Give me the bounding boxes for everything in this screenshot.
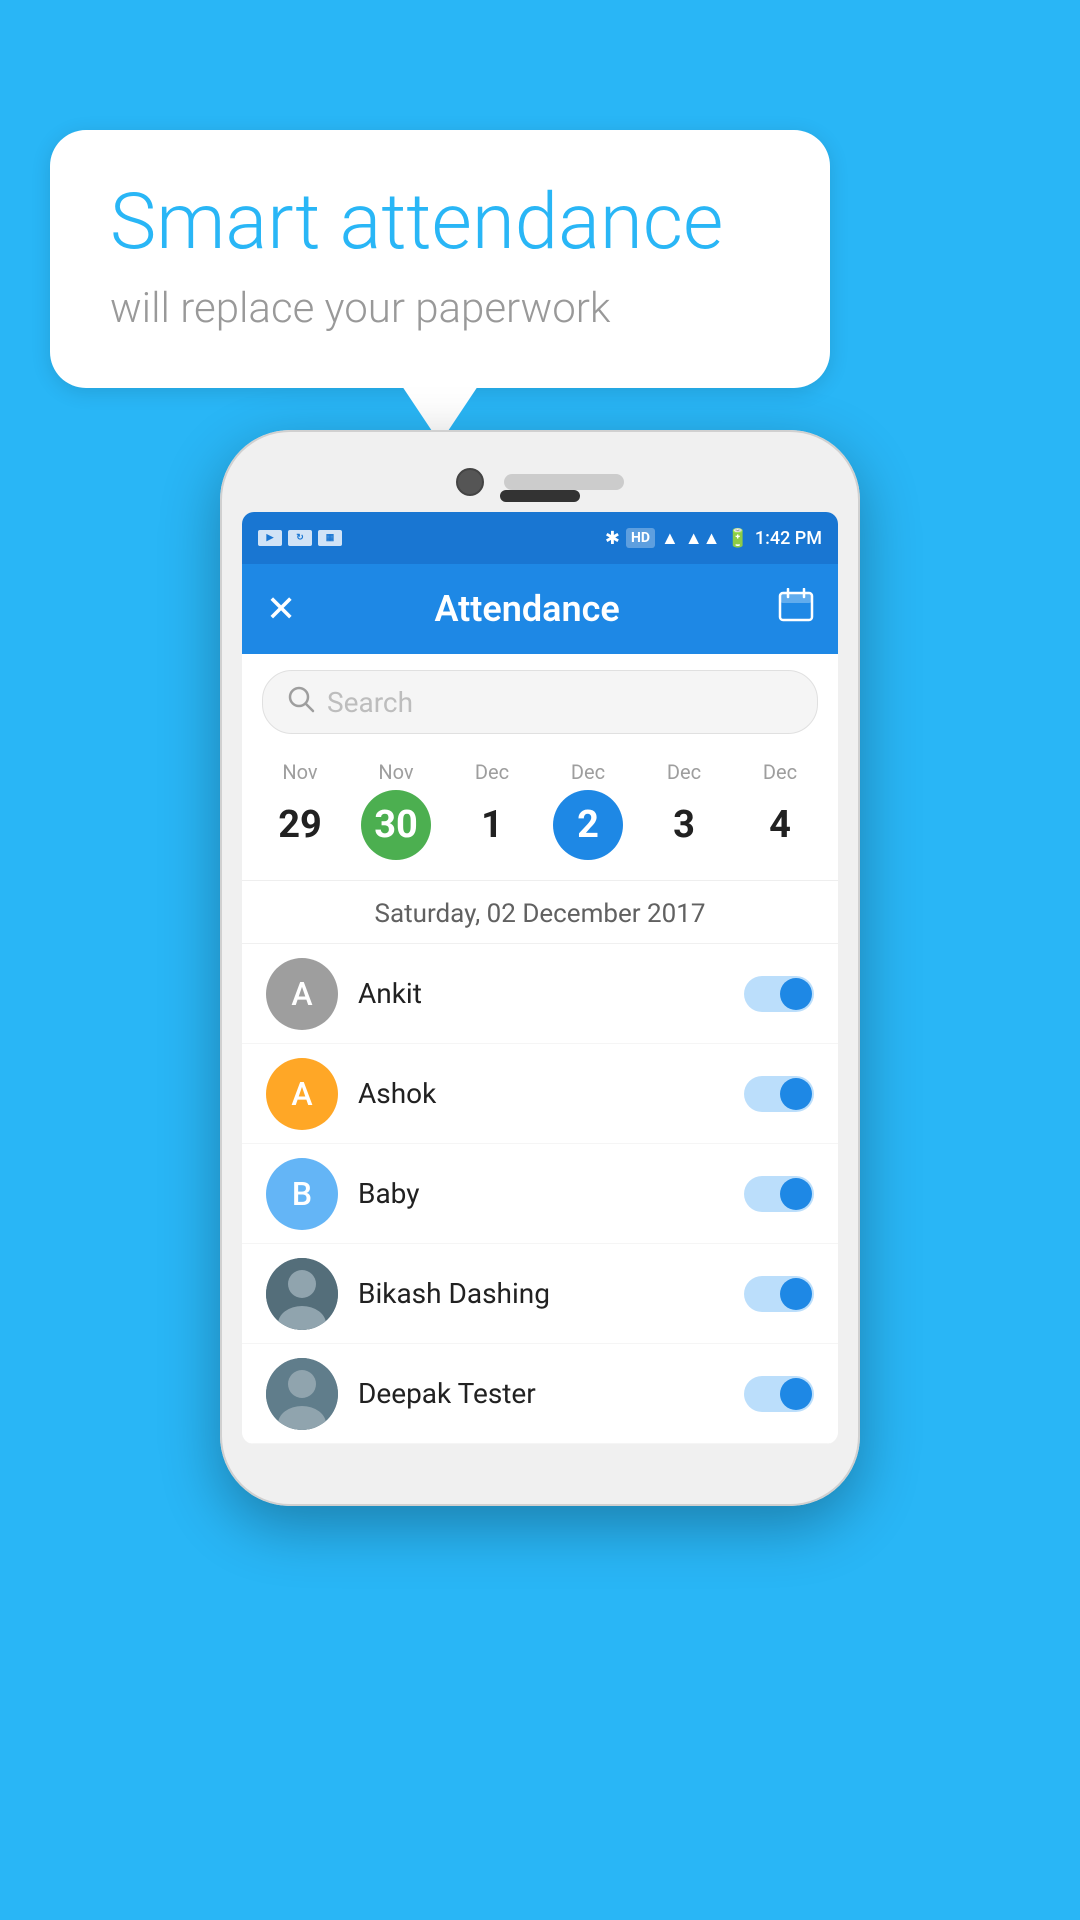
search-bar[interactable]: Search: [262, 670, 818, 734]
list-item: A Ashok: [242, 1044, 838, 1144]
avatar-baby: B: [266, 1158, 338, 1230]
list-item: B Baby: [242, 1144, 838, 1244]
phone-top-bar: [242, 452, 838, 512]
close-button[interactable]: ✕: [266, 588, 296, 630]
cal-num-3: 3: [649, 790, 719, 860]
list-item: Bikash Dashing: [242, 1244, 838, 1344]
search-placeholder: Search: [327, 686, 413, 719]
status-right-area: ✱ HD ▲ ▲▲ 🔋 1:42 PM: [605, 528, 822, 549]
cal-num-30: 30: [361, 790, 431, 860]
calendar-days-row: Nov 29 Nov 30 Dec 1 Dec 2: [242, 760, 838, 860]
avatar-bikash: [266, 1258, 338, 1330]
cal-day-nov29[interactable]: Nov 29: [255, 760, 345, 860]
attendance-list: A Ankit A Ashok B Baby: [242, 944, 838, 1444]
status-icon-1: ▶: [258, 530, 282, 546]
calendar-icon[interactable]: [778, 588, 814, 630]
avatar-deepak: [266, 1358, 338, 1430]
person-name-ankit: Ankit: [358, 977, 724, 1010]
cal-day-dec3[interactable]: Dec 3: [639, 760, 729, 860]
cal-day-nov30[interactable]: Nov 30: [351, 760, 441, 860]
bluetooth-icon: ✱: [605, 528, 620, 549]
cal-month-label: Dec: [667, 760, 701, 784]
cal-day-dec4[interactable]: Dec 4: [735, 760, 825, 860]
toggle-bikash[interactable]: [744, 1276, 814, 1312]
toggle-baby[interactable]: [744, 1176, 814, 1212]
cal-month-label: Dec: [571, 760, 605, 784]
camera-dot: [456, 468, 484, 496]
person-name-baby: Baby: [358, 1177, 724, 1210]
status-icon-2: ↻: [288, 530, 312, 546]
status-icon-3: ▦: [318, 530, 342, 546]
selected-date-label: Saturday, 02 December 2017: [242, 881, 838, 944]
status-time: 1:42 PM: [755, 528, 822, 549]
cal-num-4: 4: [745, 790, 815, 860]
phone-mockup: ▶ ↻ ▦ ✱ HD ▲ ▲▲ 🔋 1:42 PM ✕ Attendance: [220, 430, 860, 1506]
toggle-deepak[interactable]: [744, 1376, 814, 1412]
search-icon: [287, 685, 315, 720]
person-name-ashok: Ashok: [358, 1077, 724, 1110]
bubble-subtitle: will replace your paperwork: [110, 284, 770, 333]
toggle-ashok[interactable]: [744, 1076, 814, 1112]
status-left-icons: ▶ ↻ ▦: [258, 530, 342, 546]
calendar-strip: Nov 29 Nov 30 Dec 1 Dec 2: [242, 750, 838, 881]
phone-bottom-bar: [242, 1444, 838, 1484]
signal-icon: ▲▲: [685, 528, 721, 549]
avatar-ashok: A: [266, 1058, 338, 1130]
person-name-bikash: Bikash Dashing: [358, 1277, 724, 1310]
avatar-ankit: A: [266, 958, 338, 1030]
cal-month-label: Dec: [763, 760, 797, 784]
phone-screen: ▶ ↻ ▦ ✱ HD ▲ ▲▲ 🔋 1:42 PM ✕ Attendance: [242, 512, 838, 1444]
speaker-slot: [500, 490, 580, 502]
cal-day-dec2[interactable]: Dec 2: [543, 760, 633, 860]
speech-bubble: Smart attendance will replace your paper…: [50, 130, 830, 388]
list-item: A Ankit: [242, 944, 838, 1044]
status-bar: ▶ ↻ ▦ ✱ HD ▲ ▲▲ 🔋 1:42 PM: [242, 512, 838, 564]
search-bar-container: Search: [242, 654, 838, 750]
app-title: Attendance: [316, 588, 738, 630]
cal-month-label: Dec: [475, 760, 509, 784]
cal-month-label: Nov: [282, 760, 317, 784]
cal-num-2: 2: [553, 790, 623, 860]
list-item: Deepak Tester: [242, 1344, 838, 1444]
cal-num-1: 1: [457, 790, 527, 860]
speaker-bar: [504, 474, 624, 490]
cal-num-29: 29: [265, 790, 335, 860]
cal-month-label: Nov: [378, 760, 413, 784]
wifi-icon: ▲: [661, 528, 679, 549]
battery-icon: 🔋: [726, 528, 748, 549]
hd-badge: HD: [626, 528, 655, 548]
bubble-title: Smart attendance: [110, 180, 770, 266]
person-name-deepak: Deepak Tester: [358, 1377, 724, 1410]
app-bar: ✕ Attendance: [242, 564, 838, 654]
toggle-ankit[interactable]: [744, 976, 814, 1012]
cal-day-dec1[interactable]: Dec 1: [447, 760, 537, 860]
